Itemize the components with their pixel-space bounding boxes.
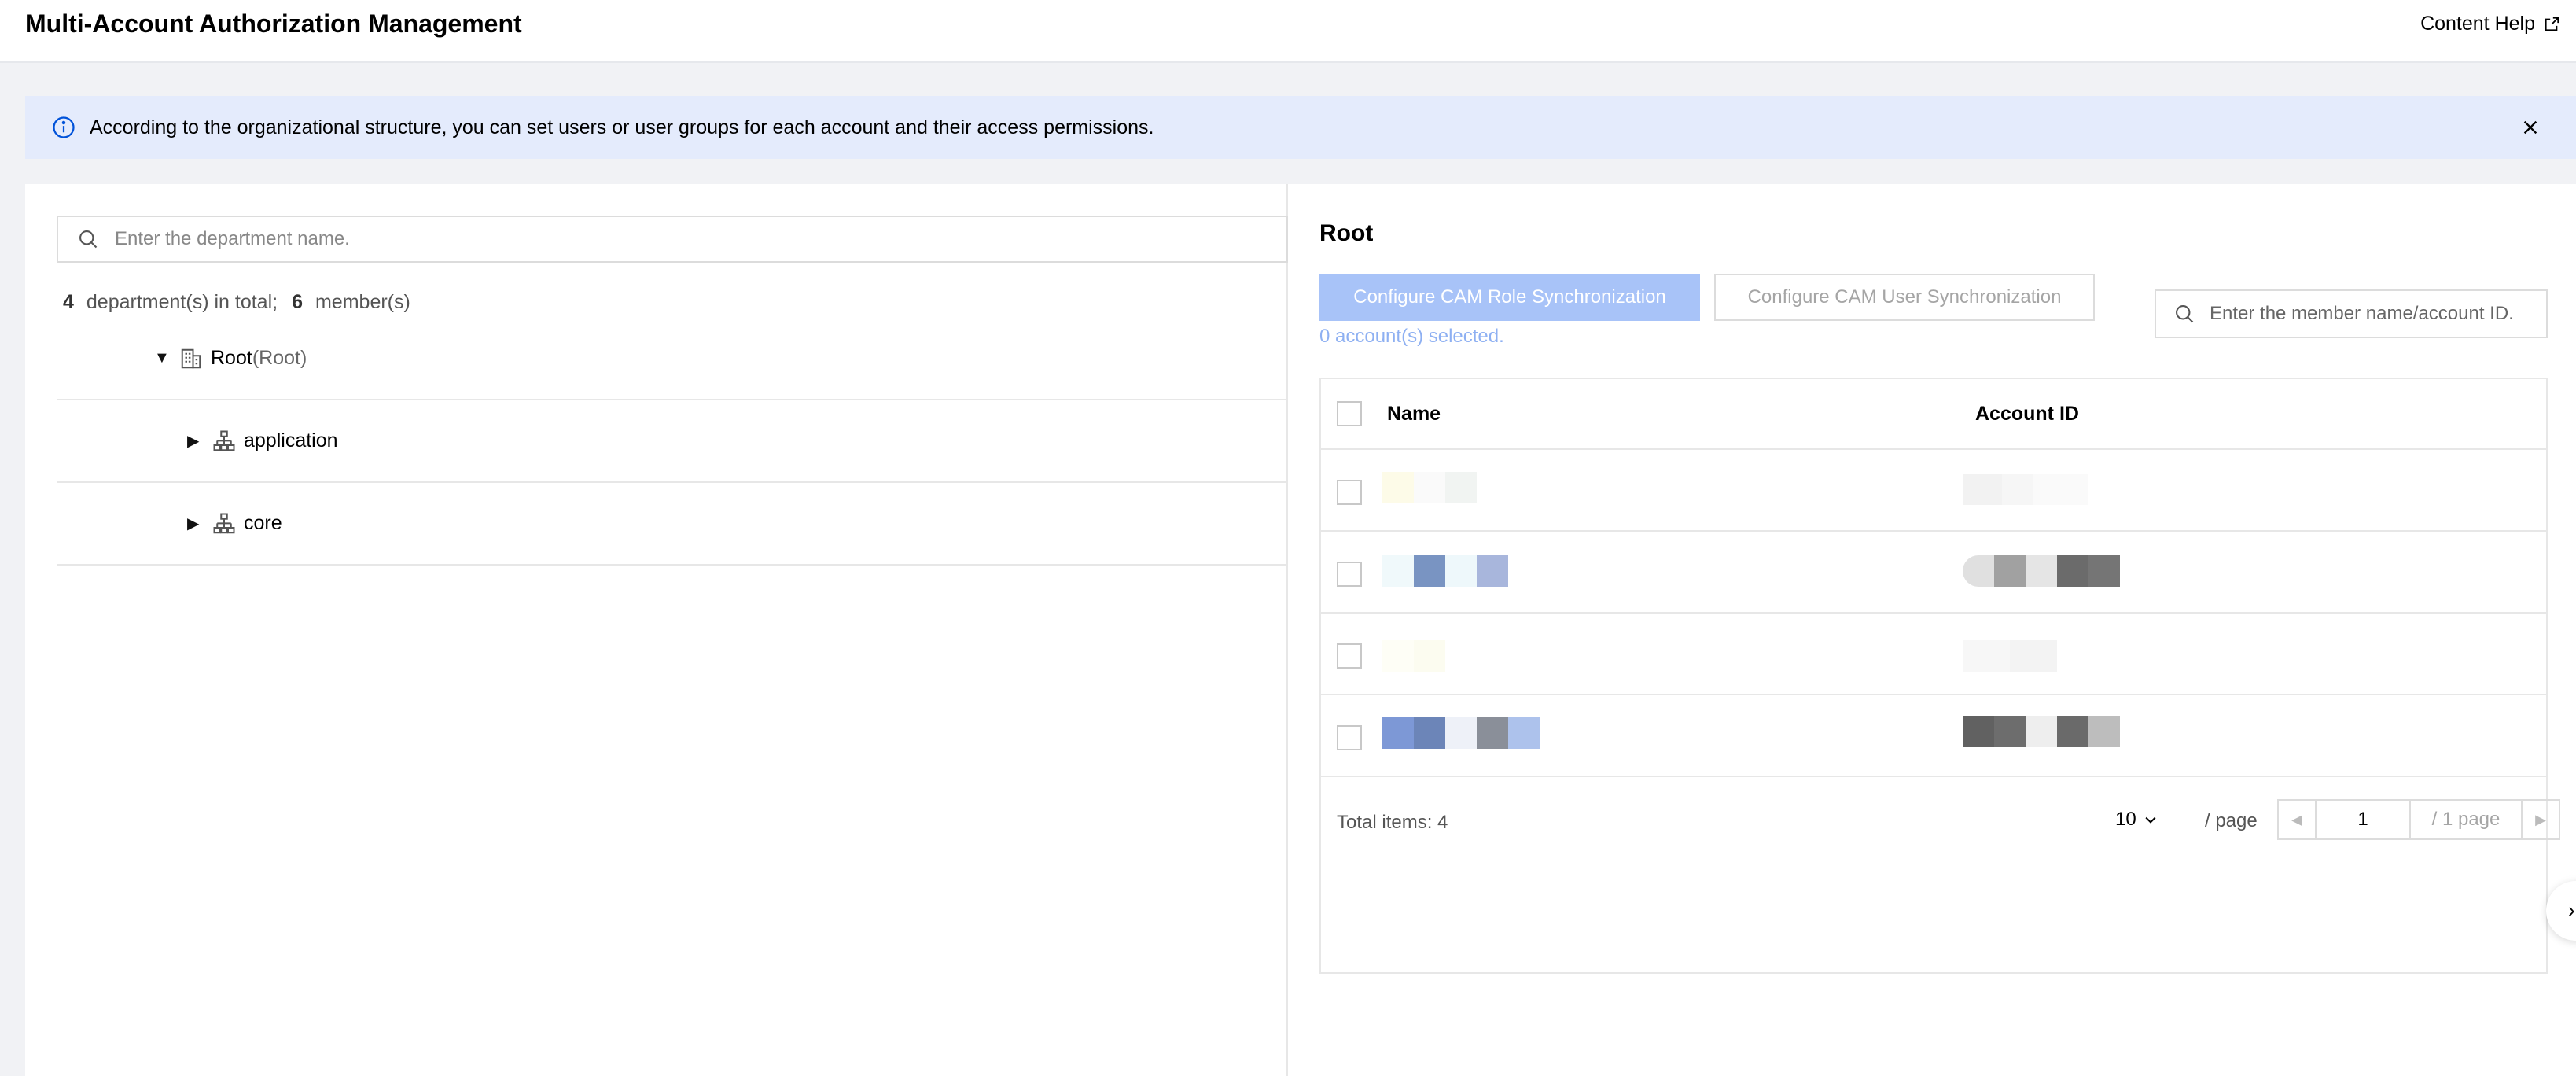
- info-banner: According to the organizational structur…: [25, 96, 2576, 159]
- table-row[interactable]: [1321, 532, 2546, 614]
- row-checkbox[interactable]: [1337, 643, 1362, 669]
- page-number-input[interactable]: [2317, 801, 2411, 838]
- caret-down-icon[interactable]: ▼: [154, 349, 170, 367]
- selected-count-note: 0 account(s) selected.: [1319, 326, 1504, 347]
- table-header: Name Account ID: [1321, 379, 2546, 450]
- total-items: Total items: 4: [1337, 812, 1448, 833]
- close-icon: [2523, 120, 2537, 134]
- table-row[interactable]: [1321, 695, 2546, 777]
- next-page-button[interactable]: ▶: [2521, 801, 2559, 838]
- tree-node-label: application: [244, 429, 338, 451]
- tree-summary: 4 department(s) in total; 6 member(s): [63, 291, 410, 314]
- org-chart-icon: [213, 513, 235, 533]
- configure-cam-role-sync-button[interactable]: Configure CAM Role Synchronization: [1319, 274, 1700, 321]
- tree-node-application[interactable]: ▶ application: [57, 400, 1288, 483]
- redacted-account-id: [1963, 555, 2120, 587]
- page-title: Multi-Account Authorization Management: [25, 9, 522, 38]
- member-search-input[interactable]: [2210, 294, 2546, 333]
- member-count: 6: [292, 291, 303, 313]
- main-card: 4 department(s) in total; 6 member(s) ▼ …: [25, 184, 2576, 1076]
- row-checkbox[interactable]: [1337, 562, 1362, 587]
- external-link-icon: [2545, 17, 2559, 31]
- tree-node-core[interactable]: ▶ core: [57, 483, 1288, 566]
- search-icon: [2176, 305, 2194, 323]
- prev-page-button[interactable]: ◀: [2279, 801, 2317, 838]
- tree-node-sub: (Root): [252, 347, 307, 369]
- tree-node-label: core: [244, 512, 282, 534]
- page-size-select[interactable]: 10: [2115, 809, 2158, 831]
- configure-cam-user-sync-button[interactable]: Configure CAM User Synchronization: [1714, 274, 2095, 321]
- table-footer: Total items: 4 10 / page ◀ / 1 page ▶: [1321, 780, 2560, 859]
- redacted-name: [1382, 717, 1540, 749]
- redacted-account-id: [1963, 640, 2057, 672]
- building-icon: [181, 348, 201, 368]
- redacted-account-id: [1963, 716, 2120, 747]
- page-header: Multi-Account Authorization Management C…: [0, 0, 2576, 63]
- banner-message: According to the organizational structur…: [90, 116, 1154, 138]
- content-help-link[interactable]: Content Help: [2420, 13, 2560, 35]
- member-count-label: member(s): [315, 291, 410, 313]
- banner-close-button[interactable]: [2516, 113, 2545, 142]
- table-row[interactable]: [1321, 450, 2546, 532]
- department-search-input[interactable]: [115, 219, 1286, 259]
- members-table: Name Account ID Total items: 4 10 / page…: [1319, 378, 2560, 974]
- row-checkbox[interactable]: [1337, 725, 1362, 750]
- org-chart-icon: [213, 430, 235, 451]
- tree-node-label: Root: [211, 347, 252, 369]
- caret-right-icon[interactable]: ▶: [187, 431, 203, 451]
- department-count: 4: [63, 291, 74, 313]
- selected-department-title: Root: [1319, 220, 1374, 246]
- redacted-account-id: [1963, 474, 2088, 505]
- redacted-name: [1382, 640, 1445, 672]
- per-page-label: / page: [2205, 810, 2258, 831]
- page-size-value: 10: [2115, 809, 2136, 830]
- pagination: ◀ / 1 page ▶: [2277, 799, 2560, 840]
- redacted-name: [1382, 555, 1508, 587]
- redacted-name: [1382, 472, 1477, 503]
- chevron-down-icon: [2145, 816, 2156, 824]
- department-count-label: department(s) in total;: [86, 291, 278, 313]
- caret-right-icon[interactable]: ▶: [187, 514, 203, 533]
- column-account-id-header: Account ID: [1975, 403, 2079, 425]
- member-search: [2155, 289, 2548, 338]
- table-row[interactable]: [1321, 614, 2546, 695]
- tree-node-root[interactable]: ▼ Root (Root): [57, 318, 1288, 400]
- select-all-checkbox[interactable]: [1337, 401, 1362, 426]
- content-help-label: Content Help: [2420, 13, 2535, 35]
- column-name-header: Name: [1387, 403, 1441, 425]
- row-checkbox[interactable]: [1337, 480, 1362, 505]
- total-pages-label: / 1 page: [2431, 809, 2501, 830]
- search-icon: [79, 230, 98, 249]
- department-search: [57, 216, 1288, 263]
- info-icon: [53, 116, 75, 138]
